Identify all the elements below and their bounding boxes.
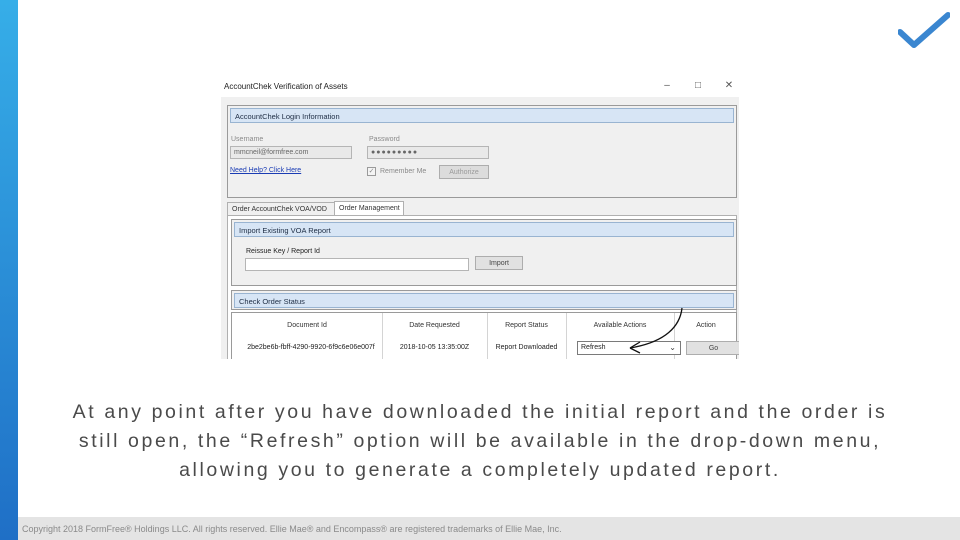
reissue-key-field[interactable]	[245, 258, 469, 271]
import-group-header: Import Existing VOA Report	[234, 222, 734, 237]
import-group: Import Existing VOA Report Reissue Key /…	[231, 219, 737, 286]
maximize-button[interactable]: □	[691, 80, 705, 91]
dropdown-selected-value: Refresh	[581, 344, 606, 351]
checkmark-logo-icon	[898, 12, 950, 48]
login-group-header: AccountChek Login Information	[230, 108, 734, 123]
import-button[interactable]: Import	[475, 256, 523, 270]
column-divider	[487, 313, 488, 359]
remember-me-label: Remember Me	[380, 168, 427, 175]
minimize-button[interactable]: –	[660, 80, 674, 91]
cell-report-status: Report Downloaded	[495, 344, 558, 351]
window-title: AccountChek Verification of Assets	[224, 82, 348, 91]
password-field[interactable]: ●●●●●●●●●	[367, 146, 489, 159]
accent-side-bar	[0, 0, 18, 540]
need-help-link[interactable]: Need Help? Click Here	[230, 167, 301, 174]
cell-date-requested: 2018-10-05 13:35:00Z	[399, 344, 470, 351]
reissue-key-label: Reissue Key / Report Id	[246, 248, 320, 255]
close-button[interactable]: ✕	[722, 80, 736, 91]
column-header-document-id: Document Id	[287, 322, 327, 329]
window-titlebar: AccountChek Verification of Assets – □ ✕	[221, 78, 739, 97]
go-button[interactable]: Go	[686, 341, 739, 355]
login-group: AccountChek Login Information Username m…	[227, 105, 737, 198]
copyright-footer: Copyright 2018 FormFree® Holdings LLC. A…	[22, 524, 562, 534]
username-label: Username	[231, 136, 264, 143]
authorize-button[interactable]: Authorize	[439, 165, 489, 179]
annotation-arrow-icon	[629, 307, 683, 354]
username-field[interactable]: mmcneil@formfree.com	[230, 146, 352, 159]
column-header-report-status: Report Status	[505, 322, 548, 329]
column-divider	[566, 313, 567, 359]
remember-me-checkbox[interactable]: ✓	[367, 167, 376, 176]
app-window: AccountChek Verification of Assets – □ ✕…	[221, 78, 739, 359]
cell-document-id: 2be2be6b-fbff-4290-9920-6f9c6e06e007f	[247, 344, 375, 351]
tab-order-voa-vod[interactable]: Order AccountChek VOA/VOD	[227, 202, 335, 216]
tab-order-management[interactable]: Order Management	[334, 201, 404, 216]
slide-caption: At any point after you have downloaded t…	[72, 401, 888, 481]
column-header-date-requested: Date Requested	[409, 322, 460, 329]
password-label: Password	[369, 136, 400, 143]
column-divider	[382, 313, 383, 359]
